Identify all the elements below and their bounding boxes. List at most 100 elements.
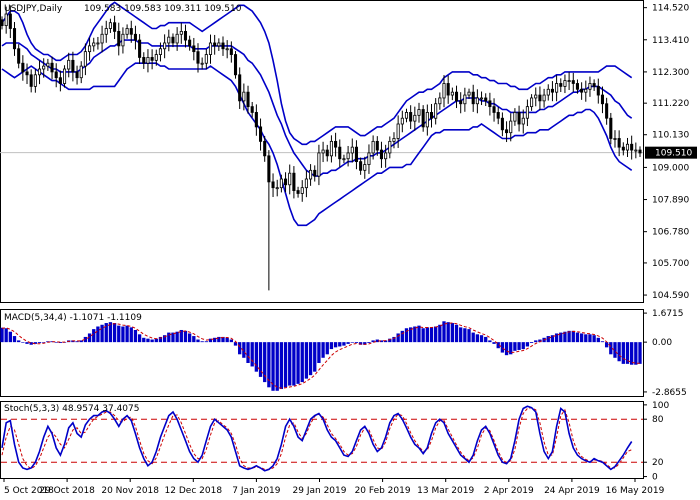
candle-body <box>146 57 150 64</box>
macd-bar <box>463 328 467 343</box>
candle-body <box>555 83 559 93</box>
candle-body <box>559 83 563 87</box>
candle-body <box>338 146 342 160</box>
candle-body <box>584 88 588 93</box>
macd-bar <box>204 341 208 343</box>
candle-body <box>596 85 600 96</box>
candle-body <box>434 103 438 119</box>
candle-body <box>475 97 479 105</box>
macd-bar <box>96 326 100 343</box>
candle-body <box>100 33 104 44</box>
macd-bar <box>342 342 346 346</box>
macd-bar <box>104 323 108 343</box>
candle-body <box>396 123 400 139</box>
macd-bar <box>471 332 475 343</box>
macd-bar <box>534 340 538 343</box>
candle-body <box>183 30 188 41</box>
macd-bar <box>588 334 592 343</box>
macd-bar <box>325 342 329 355</box>
macd-bar <box>317 342 321 363</box>
macd-bar <box>288 342 292 386</box>
candle-body <box>92 42 96 47</box>
macd-bar <box>630 342 634 365</box>
macd-bar <box>196 339 200 343</box>
candle-body <box>321 149 325 154</box>
macd-bar <box>142 337 146 343</box>
candle-body <box>225 48 229 51</box>
candle-body <box>500 117 504 131</box>
candle-body <box>346 152 350 160</box>
macd-bar <box>417 325 421 343</box>
candle-body <box>334 140 338 148</box>
candle-body <box>267 155 271 183</box>
macd-bar <box>346 342 350 344</box>
candle-body <box>117 30 121 47</box>
macd-axis-label: 0.00 <box>652 338 672 348</box>
candle-body <box>580 88 584 93</box>
candle-body <box>392 138 396 142</box>
price-axis-label: 105.700 <box>652 259 689 269</box>
macd-bar <box>313 342 317 372</box>
macd-bar <box>225 337 229 343</box>
macd-bar <box>592 335 596 343</box>
candle-body <box>208 42 213 55</box>
candle-body <box>8 13 12 29</box>
candle-body <box>200 62 204 65</box>
chart-canvas: 114.520 113.410 112.300 111.220 110.130 109.0… <box>0 0 700 500</box>
stoch-title: Stoch(5,3,3) 48.9574 37.4075 <box>4 404 139 414</box>
candle-body <box>459 100 463 105</box>
candle-body <box>250 106 254 113</box>
stoch-axis-label: 100 <box>652 401 669 411</box>
candle-body <box>271 181 275 189</box>
candle-body <box>621 146 625 151</box>
candle-body <box>21 62 25 73</box>
candle-body <box>638 149 642 154</box>
macd-bar <box>425 327 429 343</box>
price-axis-label: 106.780 <box>652 228 689 238</box>
price-axis-label: 111.220 <box>652 99 689 109</box>
candle-body <box>505 129 509 134</box>
macd-bar <box>167 332 171 343</box>
candle-body <box>88 45 92 53</box>
time-axis-label: 13 Mar 2019 <box>417 486 474 496</box>
candle-body <box>309 169 313 180</box>
candle-body <box>354 146 358 163</box>
macd-bar <box>450 323 455 343</box>
macd-bar <box>521 342 525 350</box>
candle-body <box>192 45 196 53</box>
macd-bar <box>604 342 609 348</box>
candle-body <box>204 54 208 64</box>
macd-axis-label: -2.8655 <box>652 388 687 398</box>
candle <box>233 51 238 79</box>
candle-body <box>300 187 304 194</box>
macd-bar <box>442 321 446 343</box>
macd-bar <box>529 342 534 344</box>
candle-body <box>371 140 375 154</box>
candle-body <box>542 94 546 102</box>
candle-body <box>292 172 296 191</box>
macd-bar <box>300 342 304 383</box>
time-axis-label: 12 Dec 2018 <box>165 486 223 496</box>
candle-body <box>446 83 450 96</box>
time-axis-label: 7 Jan 2019 <box>232 486 280 496</box>
candle-body <box>325 149 329 157</box>
candle-body <box>196 51 200 64</box>
macd-bar <box>600 341 605 343</box>
macd-bar <box>638 342 642 364</box>
macd-bar <box>446 322 450 343</box>
macd-bar <box>17 340 21 343</box>
macd-bar <box>354 342 359 344</box>
candle-body <box>384 152 388 160</box>
macd-bar <box>579 333 584 343</box>
candle-body <box>296 190 300 194</box>
candle-body <box>400 117 404 125</box>
candle-body <box>450 91 454 96</box>
candle-body <box>342 158 346 161</box>
macd-bar <box>121 326 125 343</box>
candle-body <box>79 65 83 79</box>
price-axis-label: 114.520 <box>652 4 689 14</box>
macd-bar <box>338 342 342 347</box>
candle-body <box>429 112 434 119</box>
time-axis-label: 29 Oct 2018 <box>39 486 95 496</box>
macd-bar <box>250 342 254 367</box>
